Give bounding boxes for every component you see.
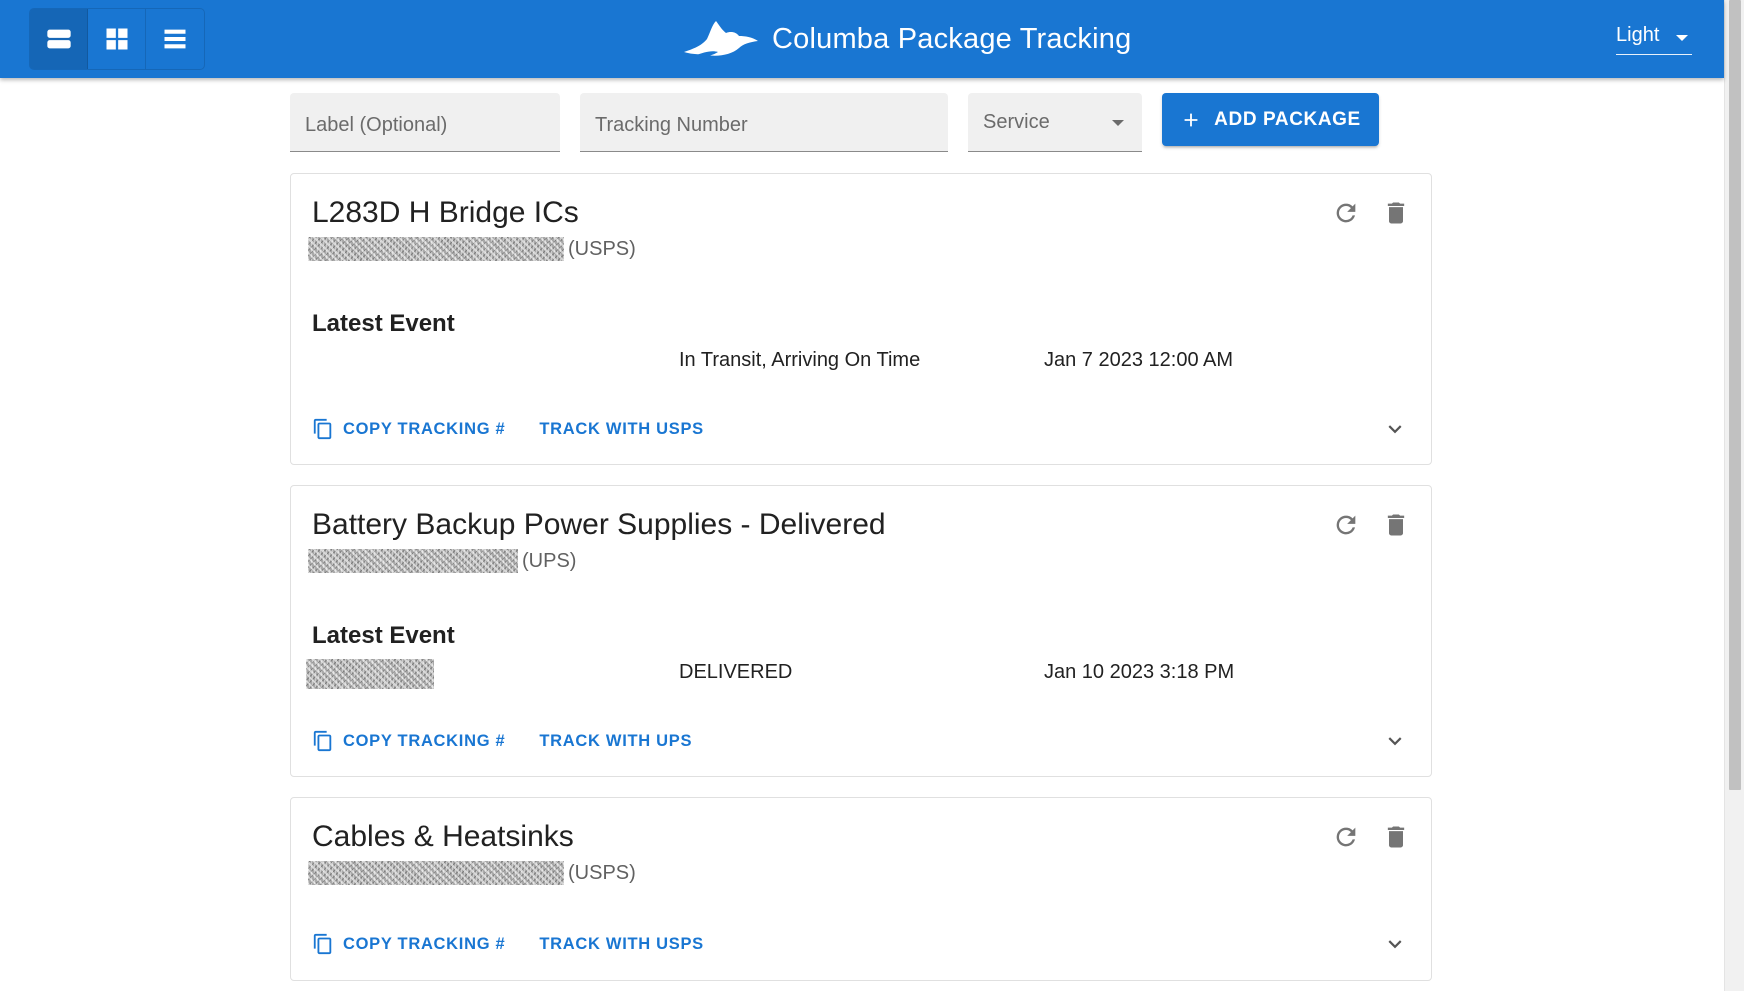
card-actions: COPY TRACKING # TRACK WITH USPS	[306, 926, 710, 962]
copy-tracking-button[interactable]: COPY TRACKING #	[306, 411, 511, 447]
card-actions: COPY TRACKING # TRACK WITH UPS	[306, 723, 698, 759]
package-tracking-line: (USPS)	[308, 860, 636, 886]
theme-select-value: Light	[1616, 24, 1660, 46]
package-tracking-line: (USPS)	[308, 236, 636, 262]
copy-icon	[313, 730, 332, 752]
copy-tracking-label: COPY TRACKING #	[343, 419, 506, 438]
expand-button[interactable]	[1375, 409, 1415, 449]
plus-icon	[1184, 113, 1198, 126]
expand-button[interactable]	[1375, 721, 1415, 761]
copy-tracking-label: COPY TRACKING #	[343, 934, 506, 953]
copy-tracking-button[interactable]: COPY TRACKING #	[306, 926, 511, 962]
compact-view-button[interactable]	[146, 9, 204, 69]
view-list-icon	[164, 29, 186, 49]
theme-select[interactable]: Light	[1616, 20, 1692, 55]
page-scrollbar[interactable]	[1724, 0, 1744, 991]
trash-icon	[1387, 202, 1405, 224]
dropdown-caret-icon	[1112, 120, 1124, 126]
copy-icon	[313, 418, 332, 440]
app-title: Columba Package Tracking	[772, 22, 1132, 55]
add-package-label: ADD PACKAGE	[1214, 108, 1361, 130]
latest-event-heading: Latest Event	[312, 622, 455, 649]
service-tag: (USPS)	[568, 861, 636, 884]
latest-event-heading: Latest Event	[312, 310, 455, 337]
package-title: Battery Backup Power Supplies - Delivere…	[312, 508, 886, 541]
track-with-carrier-label: TRACK WITH USPS	[539, 934, 704, 953]
list-view-button[interactable]	[30, 9, 88, 69]
refresh-icon	[1336, 515, 1356, 535]
dove-logo	[684, 21, 758, 57]
track-with-carrier-label: TRACK WITH UPS	[539, 731, 693, 750]
trash-icon	[1387, 826, 1405, 848]
refresh-icon	[1336, 827, 1356, 847]
app-bar: Columba Package Tracking Light	[0, 0, 1724, 78]
event-date: Jan 10 2023 3:18 PM	[1044, 661, 1235, 683]
track-with-carrier-button[interactable]: TRACK WITH UPS	[533, 723, 698, 759]
redacted-event-location	[306, 659, 434, 689]
service-tag: (UPS)	[522, 549, 577, 572]
delete-button[interactable]	[1374, 815, 1418, 859]
trash-icon	[1387, 514, 1405, 536]
label-field[interactable]	[290, 93, 560, 152]
package-title: Cables & Heatsinks	[312, 820, 574, 853]
event-status: DELIVERED	[679, 661, 793, 683]
refresh-button[interactable]	[1324, 191, 1368, 235]
expand-button[interactable]	[1375, 924, 1415, 964]
copy-tracking-button[interactable]: COPY TRACKING #	[306, 723, 511, 759]
refresh-button[interactable]	[1324, 503, 1368, 547]
package-title: L283D H Bridge ICs	[312, 196, 579, 229]
copy-tracking-label: COPY TRACKING #	[343, 731, 506, 750]
package-card: L283D H Bridge ICs (USPS) Latest Event I…	[290, 173, 1432, 465]
tracking-number-field[interactable]	[580, 93, 948, 152]
view-grid-icon	[106, 28, 127, 50]
view-mode-toggle	[29, 8, 205, 70]
scrollbar-thumb[interactable]	[1729, 0, 1741, 790]
refresh-button[interactable]	[1324, 815, 1368, 859]
track-with-carrier-label: TRACK WITH USPS	[539, 419, 704, 438]
event-status: In Transit, Arriving On Time	[679, 349, 921, 371]
delete-button[interactable]	[1374, 503, 1418, 547]
view-agenda-icon	[46, 29, 71, 49]
delete-button[interactable]	[1374, 191, 1418, 235]
dropdown-caret-icon	[1676, 35, 1688, 41]
package-card: Cables & Heatsinks (USPS) COPY TRACKING …	[290, 797, 1432, 981]
service-select-placeholder: Service	[983, 111, 1050, 133]
chevron-down-icon	[1388, 940, 1402, 949]
add-package-button[interactable]: ADD PACKAGE	[1162, 93, 1379, 146]
track-with-carrier-button[interactable]: TRACK WITH USPS	[533, 926, 710, 962]
label-input[interactable]	[290, 93, 560, 151]
chevron-down-icon	[1388, 737, 1402, 746]
grid-view-button[interactable]	[88, 9, 146, 69]
event-date: Jan 7 2023 12:00 AM	[1044, 349, 1234, 371]
tracking-number-input[interactable]	[580, 93, 948, 151]
service-tag: (USPS)	[568, 237, 636, 260]
package-card: Battery Backup Power Supplies - Delivere…	[290, 485, 1432, 777]
track-with-carrier-button[interactable]: TRACK WITH USPS	[533, 411, 710, 447]
copy-icon	[313, 933, 332, 955]
chevron-down-icon	[1388, 425, 1402, 434]
card-actions: COPY TRACKING # TRACK WITH USPS	[306, 411, 710, 447]
brand: Columba Package Tracking	[682, 18, 1131, 60]
service-select[interactable]: Service	[968, 93, 1142, 152]
redacted-tracking-number	[308, 237, 564, 261]
package-tracking-line: (UPS)	[308, 548, 576, 574]
redacted-tracking-number	[308, 549, 518, 573]
page: Columba Package Tracking Light Service A…	[0, 0, 1744, 991]
redacted-tracking-number	[308, 861, 564, 885]
refresh-icon	[1336, 203, 1356, 223]
